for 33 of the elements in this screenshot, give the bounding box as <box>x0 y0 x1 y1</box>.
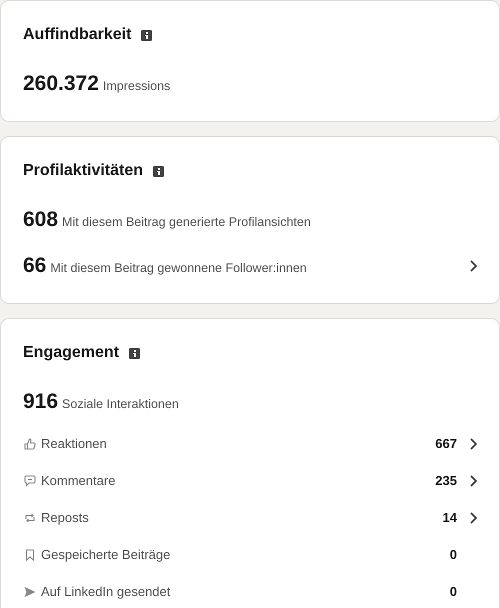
metric-value: 916 <box>23 390 58 414</box>
metric-label: Mit diesem Beitrag gewonnene Follower:innen <box>50 261 308 275</box>
info-icon[interactable] <box>153 166 164 176</box>
chevron-right-icon[interactable] <box>470 474 477 486</box>
section-title: Auffindbarkeit <box>23 26 132 44</box>
info-icon[interactable] <box>129 348 140 358</box>
metric-value: 66 <box>23 254 46 278</box>
engagement-label: Auf LinkedIn gesendet <box>41 584 172 599</box>
metric-label: Impressions <box>102 79 172 93</box>
comment-icon <box>23 474 37 488</box>
engagement-label: Reaktionen <box>41 436 108 451</box>
chevron-right-icon[interactable] <box>470 512 477 524</box>
send-icon <box>23 584 37 598</box>
engagement-count: 0 <box>450 584 457 599</box>
metric-label: Mit diesem Beitrag generierte Profilansichten <box>62 215 312 229</box>
engagement-label: Gespeicherte Beiträge <box>41 547 172 562</box>
bookmark-icon <box>23 548 37 562</box>
metric-label: Soziale Interaktionen <box>62 397 180 411</box>
metric-value: 608 <box>23 208 58 232</box>
info-icon[interactable] <box>141 30 152 40</box>
chevron-right-icon[interactable] <box>470 438 477 450</box>
engagement-count: 667 <box>435 436 457 451</box>
engagement-count: 14 <box>442 510 457 525</box>
section-title: Engagement <box>23 344 120 362</box>
engagement-label: Kommentare <box>41 473 116 488</box>
engagement-count: 235 <box>435 473 457 488</box>
repost-icon <box>23 510 37 524</box>
metric-value: 260.372 <box>23 72 99 96</box>
engagement-label: Reposts <box>41 510 90 525</box>
section-title: Profilaktivitäten <box>23 162 144 180</box>
thumbs-up-icon <box>23 436 37 450</box>
chevron-right-icon[interactable] <box>470 260 477 272</box>
engagement-count: 0 <box>450 547 457 562</box>
